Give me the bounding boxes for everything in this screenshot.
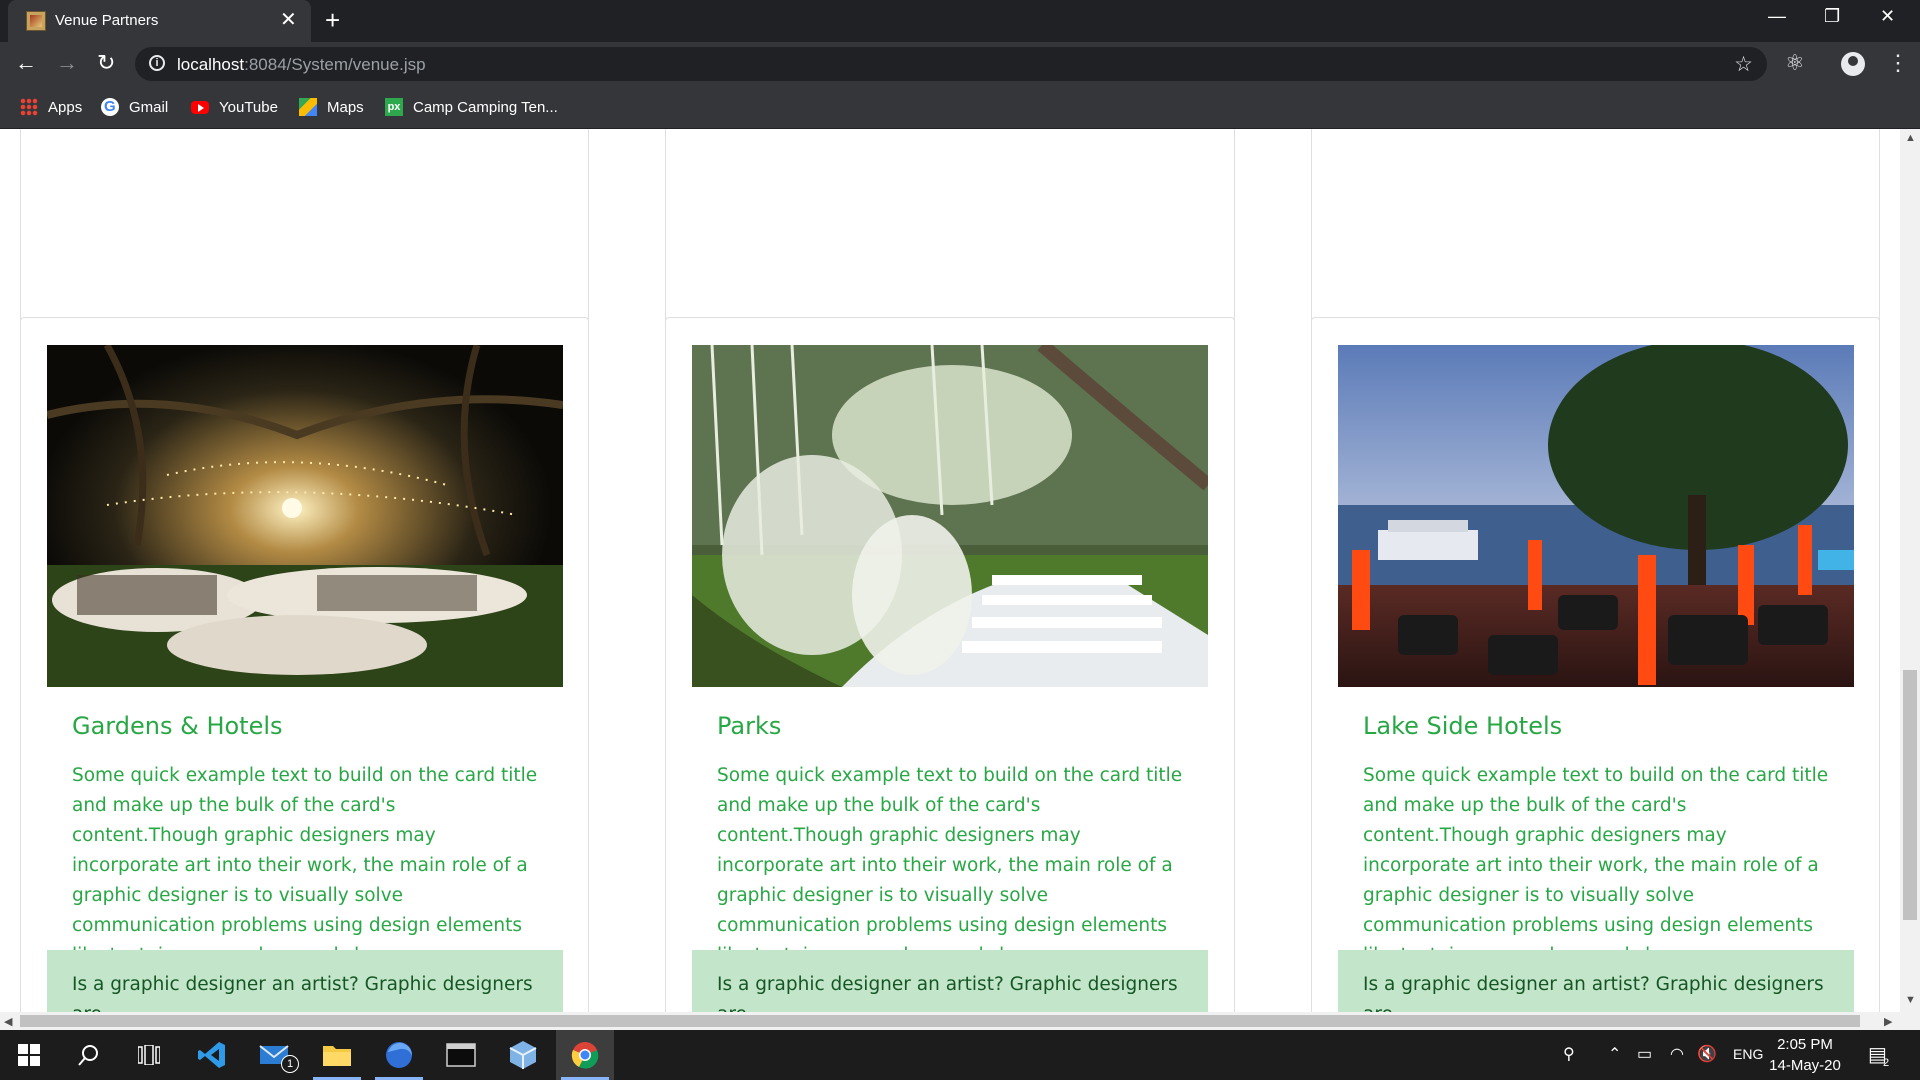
maps-icon <box>299 98 317 116</box>
menu-dots-icon[interactable]: ⋮ <box>1887 50 1909 76</box>
scroll-right-icon[interactable]: ▶ <box>1884 1015 1892 1028</box>
card-footer: Is a graphic designer an artist? Graphic… <box>692 950 1208 1012</box>
bookmark-apps[interactable]: Apps <box>20 96 82 118</box>
card-image-lakeside <box>1338 345 1854 687</box>
people-icon[interactable]: ⚲ <box>1563 1044 1575 1064</box>
vscode-icon <box>198 1042 225 1068</box>
system-clock[interactable]: 2:05 PM 14-May-20 <box>1760 1034 1850 1076</box>
search-icon <box>78 1045 98 1066</box>
address-bar[interactable]: i localhost:8084/System/venue.jsp ☆ <box>135 47 1767 81</box>
google-icon <box>101 98 119 116</box>
bookmark-label: YouTube <box>219 98 278 116</box>
youtube-icon <box>191 100 209 114</box>
reload-icon[interactable]: ↻ <box>97 50 115 76</box>
forward-icon[interactable]: → <box>56 50 78 76</box>
windows-logo-icon <box>18 1044 40 1066</box>
search-button[interactable] <box>60 1030 118 1080</box>
close-window-icon[interactable]: ✕ <box>1880 6 1895 27</box>
card-footer-text: Is a graphic designer an artist? Graphic… <box>72 974 533 1012</box>
bookmark-camp[interactable]: px Camp Camping Ten... <box>385 96 558 118</box>
volume-muted-icon[interactable]: 🔇 <box>1697 1044 1717 1064</box>
scroll-up-icon[interactable]: ▲ <box>1905 132 1916 144</box>
scroll-down-icon[interactable]: ▼ <box>1905 994 1916 1006</box>
card-footer: Is a graphic designer an artist? Graphic… <box>1338 950 1854 1012</box>
card-footer-text: Is a graphic designer an artist? Graphic… <box>717 974 1178 1012</box>
chrome-taskbar[interactable] <box>556 1030 614 1080</box>
terminal-icon <box>446 1043 476 1067</box>
horizontal-scroll-thumb[interactable] <box>20 1015 1860 1027</box>
clock-date: 14-May-20 <box>1769 1057 1841 1074</box>
card-title: Lake Side Hotels <box>1363 712 1563 740</box>
vscode-taskbar[interactable] <box>183 1030 241 1080</box>
browser-titlebar: Venue Partners ✕ + — ❐ ✕ <box>0 0 1920 42</box>
bookmark-label: Camp Camping Ten... <box>413 98 558 116</box>
wifi-icon[interactable]: ◠ <box>1670 1044 1684 1064</box>
card-image-parks <box>692 345 1208 687</box>
extension-icon[interactable]: ⚛ <box>1785 50 1805 76</box>
close-tab-icon[interactable]: ✕ <box>280 10 297 30</box>
start-button[interactable] <box>0 1030 58 1080</box>
venue-card-parks: Parks Some quick example text to build o… <box>665 317 1235 1012</box>
mail-badge: 1 <box>281 1055 299 1073</box>
browser-tab[interactable]: Venue Partners ✕ <box>8 0 311 42</box>
battery-icon[interactable]: ▭ <box>1637 1044 1652 1064</box>
vertical-scroll-thumb[interactable] <box>1903 670 1917 920</box>
bookmark-youtube[interactable]: YouTube <box>191 96 278 118</box>
venue-card-gardens: Gardens & Hotels Some quick example text… <box>20 317 589 1012</box>
firefox-taskbar[interactable] <box>370 1030 428 1080</box>
windows-taskbar: 1 ⚲ ⌃ ▭ ◠ 🔇 ENG 2:05 PM 14-May-20 ▤ 2 <box>0 1030 1920 1080</box>
bookmarks-bar: Apps Gmail YouTube Maps px Camp Camping … <box>0 86 1920 129</box>
notification-count: 2 <box>1883 1057 1890 1069</box>
card-title: Parks <box>717 712 782 740</box>
minimize-icon[interactable]: — <box>1768 6 1786 27</box>
task-view-button[interactable] <box>120 1030 178 1080</box>
site-info-icon[interactable]: i <box>149 55 165 71</box>
terminal-taskbar[interactable] <box>432 1030 490 1080</box>
new-tab-icon[interactable]: + <box>325 7 340 33</box>
card-image-gardens <box>47 345 563 687</box>
venue-card-lakeside: Lake Side Hotels Some quick example text… <box>1311 317 1880 1012</box>
restore-icon[interactable]: ❐ <box>1824 6 1840 27</box>
browser-toolbar: ← → ↻ i localhost:8084/System/venue.jsp … <box>0 42 1920 86</box>
file-explorer-taskbar[interactable] <box>308 1030 366 1080</box>
url-text[interactable]: localhost:8084/System/venue.jsp <box>177 55 426 75</box>
bookmark-label: Apps <box>48 98 83 116</box>
page-viewport: Gardens & Hotels Some quick example text… <box>0 129 1900 1012</box>
firefox-icon <box>386 1042 412 1068</box>
task-view-icon <box>138 1045 160 1065</box>
app-cube-taskbar[interactable] <box>494 1030 552 1080</box>
apps-grid-icon <box>20 98 38 116</box>
px-icon: px <box>385 98 403 116</box>
card-text: Some quick example text to build on the … <box>1363 765 1829 966</box>
tab-title: Venue Partners <box>55 12 159 29</box>
bookmark-star-icon[interactable]: ☆ <box>1734 52 1753 77</box>
chrome-icon <box>571 1042 599 1069</box>
profile-avatar-icon[interactable] <box>1841 52 1865 76</box>
language-indicator[interactable]: ENG <box>1733 1046 1763 1062</box>
mail-taskbar[interactable]: 1 <box>246 1030 304 1080</box>
folder-icon <box>323 1046 351 1066</box>
card-title: Gardens & Hotels <box>72 712 283 740</box>
bookmark-label: Gmail <box>129 98 169 116</box>
card-footer: Is a graphic designer an artist? Graphic… <box>47 950 563 1012</box>
bookmark-maps[interactable]: Maps <box>299 96 364 118</box>
card-text: Some quick example text to build on the … <box>72 765 538 966</box>
url-path: :8084/System/venue.jsp <box>244 55 426 74</box>
bookmark-label: Maps <box>327 98 364 116</box>
card-text: Some quick example text to build on the … <box>717 765 1183 966</box>
clock-time: 2:05 PM <box>1777 1036 1833 1053</box>
bookmark-gmail[interactable]: Gmail <box>101 96 168 118</box>
scroll-left-icon[interactable]: ◀ <box>4 1015 12 1028</box>
show-hidden-icons-icon[interactable]: ⌃ <box>1608 1044 1621 1064</box>
cube-app-icon <box>509 1041 537 1069</box>
back-icon[interactable]: ← <box>15 50 37 76</box>
site-favicon-icon <box>26 11 46 31</box>
url-host: localhost <box>177 55 245 74</box>
card-footer-text: Is a graphic designer an artist? Graphic… <box>1363 974 1824 1012</box>
